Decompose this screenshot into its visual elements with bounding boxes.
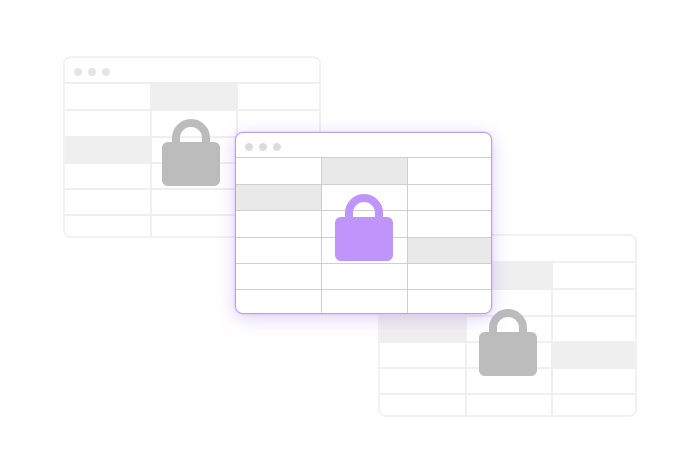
- illustration-canvas: [0, 0, 700, 471]
- grid-column-line: [150, 82, 152, 236]
- grid-row-line: [380, 393, 635, 395]
- grid-row-line: [65, 82, 319, 84]
- highlighted-cell: [151, 82, 237, 109]
- highlighted-cell: [321, 157, 407, 184]
- highlighted-cell: [236, 184, 321, 210]
- grid-row-line: [236, 263, 491, 264]
- window-dot: [245, 143, 253, 151]
- window-dot: [74, 68, 82, 76]
- grid-column-line: [551, 261, 553, 415]
- grid-row-line: [236, 184, 491, 185]
- grid-row-line: [236, 289, 491, 290]
- grid-column-line: [407, 157, 408, 313]
- window-dot: [88, 68, 96, 76]
- window-dot: [102, 68, 110, 76]
- lock-icon: [479, 309, 537, 376]
- grid-row-line: [236, 157, 491, 158]
- window-titlebar: [236, 133, 491, 160]
- highlighted-cell: [552, 341, 635, 367]
- highlighted-cell: [380, 315, 466, 341]
- window-dot: [273, 143, 281, 151]
- window-titlebar: [65, 58, 319, 85]
- highlighted-cell: [65, 136, 151, 162]
- highlighted-cell: [407, 237, 491, 263]
- grid-column-line: [321, 157, 322, 313]
- lock-icon: [162, 119, 220, 186]
- lock-icon: [335, 194, 393, 261]
- grid-row-line: [65, 109, 319, 111]
- window-dot: [259, 143, 267, 151]
